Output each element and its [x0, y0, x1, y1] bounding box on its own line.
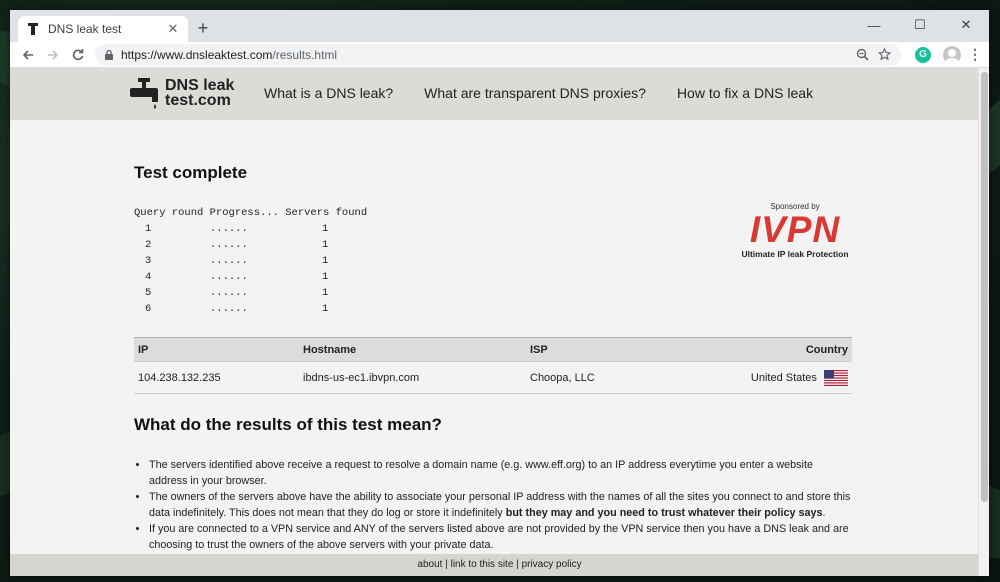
- forward-button[interactable]: [41, 43, 65, 67]
- tab-close-icon[interactable]: ✕: [166, 21, 180, 37]
- close-window-button[interactable]: ✕: [943, 10, 989, 40]
- url-host: https://www.dnsleaktest.com: [121, 47, 273, 62]
- site-logo[interactable]: DNS leak test.com: [128, 76, 234, 110]
- url-path: /results.html: [272, 47, 338, 62]
- round-servers: 1: [322, 303, 329, 315]
- country-name: United States: [750, 371, 817, 384]
- col-hostname: Hostname: [299, 337, 526, 362]
- browser-window: DNS leak test ✕ + — ☐ ✕ https://www.dnsl…: [10, 10, 989, 576]
- us-flag-icon: [824, 370, 848, 386]
- scrollbar-thumb[interactable]: [981, 72, 988, 502]
- logo-text: DNS leak test.com: [165, 77, 235, 109]
- round-number: 6: [145, 303, 152, 315]
- round-servers: 1: [322, 223, 329, 235]
- round-number: 1: [145, 223, 152, 235]
- maximize-button[interactable]: ☐: [897, 10, 943, 40]
- nav-transparent-dns-proxies[interactable]: What are transparent DNS proxies?: [424, 85, 646, 101]
- vertical-scrollbar[interactable]: [978, 68, 989, 576]
- dnsleaktest-favicon-icon: [26, 22, 40, 36]
- reload-button[interactable]: [66, 43, 90, 67]
- ivpn-logo: IVPN: [749, 209, 841, 250]
- round-servers: 1: [322, 271, 329, 283]
- col-ip: IP: [134, 337, 299, 362]
- lock-icon: [105, 49, 113, 60]
- toolbar-right: G ⋮: [909, 45, 983, 64]
- kebab-menu-icon[interactable]: ⋮: [967, 46, 983, 63]
- logo-line-2: test.com: [165, 92, 231, 109]
- page-viewport: DNS leak test.com What is a DNS leak? Wh…: [10, 68, 989, 576]
- list-item: The owners of the servers above have the…: [149, 489, 852, 521]
- round-servers: 1: [322, 239, 329, 251]
- nav-what-is-dns-leak[interactable]: What is a DNS leak?: [264, 85, 393, 101]
- cell-country: United States: [706, 361, 852, 394]
- footer-about-link[interactable]: about: [417, 559, 442, 570]
- results-table: IP Hostname ISP Country 104.238.132.235 …: [134, 337, 852, 394]
- cell-ip: 104.238.132.235: [134, 361, 299, 394]
- round-progress: ......: [210, 239, 248, 251]
- round-number: 3: [145, 255, 152, 267]
- round-servers: 1: [322, 255, 329, 267]
- round-progress: ......: [210, 271, 248, 283]
- list-item-bold-text: but they may and you need to trust whate…: [505, 507, 823, 519]
- site-header: DNS leak test.com What is a DNS leak? Wh…: [10, 68, 989, 120]
- round-progress: ......: [210, 255, 248, 267]
- zoom-icon[interactable]: [853, 46, 871, 64]
- round-number: 4: [145, 271, 152, 283]
- site-nav: What is a DNS leak? What are transparent…: [264, 85, 844, 101]
- tab-title: DNS leak test: [48, 22, 122, 36]
- table-row: 104.238.132.235 ibdns-us-ec1.ibvpn.com C…: [134, 361, 852, 394]
- round-servers: 1: [322, 287, 329, 299]
- arrow-left-icon: [22, 49, 33, 60]
- window-controls: — ☐ ✕: [851, 10, 989, 40]
- main-content: Test complete Query round Progress... Se…: [134, 120, 852, 553]
- browser-toolbar: https://www.dnsleaktest.com/results.html…: [10, 42, 989, 68]
- results-meaning-heading: What do the results of this test mean?: [134, 415, 442, 434]
- profile-avatar[interactable]: [943, 45, 961, 64]
- table-header-row: IP Hostname ISP Country: [134, 337, 852, 362]
- site-footer: about | link to this site | privacy poli…: [10, 554, 989, 576]
- address-bar[interactable]: https://www.dnsleaktest.com/results.html: [95, 43, 901, 66]
- col-isp: ISP: [526, 337, 706, 362]
- sponsor-tagline: Ultimate IP leak Protection: [741, 249, 849, 259]
- tab-dns-leak-test[interactable]: DNS leak test ✕: [18, 16, 188, 42]
- arrow-right-icon: [48, 49, 59, 60]
- bookmark-star-icon[interactable]: [875, 46, 893, 64]
- new-tab-button[interactable]: +: [192, 18, 214, 40]
- list-item: If you are connected to a VPN service an…: [149, 521, 852, 553]
- footer-separator: |: [513, 559, 522, 570]
- progress-row: 6...... 1: [134, 301, 852, 317]
- cell-hostname: ibdns-us-ec1.ibvpn.com: [299, 361, 526, 394]
- footer-link-to-site[interactable]: link to this site: [451, 559, 514, 570]
- test-title: Test complete: [134, 163, 248, 182]
- faucet-logo-icon: [130, 78, 158, 109]
- nav-how-to-fix[interactable]: How to fix a DNS leak: [677, 85, 813, 101]
- footer-privacy-link[interactable]: privacy policy: [522, 559, 582, 570]
- round-progress: ......: [210, 287, 248, 299]
- minimize-button[interactable]: —: [851, 10, 897, 40]
- reload-icon: [72, 48, 84, 60]
- cell-isp: Choopa, LLC: [526, 361, 706, 394]
- back-button[interactable]: [16, 43, 40, 67]
- progress-row: 5...... 1: [134, 285, 852, 301]
- url-text: https://www.dnsleaktest.com/results.html: [121, 48, 849, 62]
- sponsor-ad[interactable]: Sponsored by IVPN Ultimate IP leak Prote…: [736, 202, 854, 259]
- grammarly-extension-icon[interactable]: G: [915, 46, 931, 63]
- round-progress: ......: [210, 223, 248, 235]
- round-number: 2: [145, 239, 152, 251]
- round-number: 5: [145, 287, 152, 299]
- round-progress: ......: [210, 303, 248, 315]
- footer-separator: |: [442, 559, 451, 570]
- tab-strip: DNS leak test ✕ + — ☐ ✕: [10, 10, 989, 42]
- logo-line-1: DNS leak: [165, 77, 235, 94]
- list-item-end: .: [822, 507, 826, 519]
- list-item: The servers identified above receive a r…: [149, 457, 852, 489]
- col-country: Country: [706, 337, 852, 362]
- progress-row: 4...... 1: [134, 269, 852, 285]
- explanation-list: The servers identified above receive a r…: [149, 457, 852, 553]
